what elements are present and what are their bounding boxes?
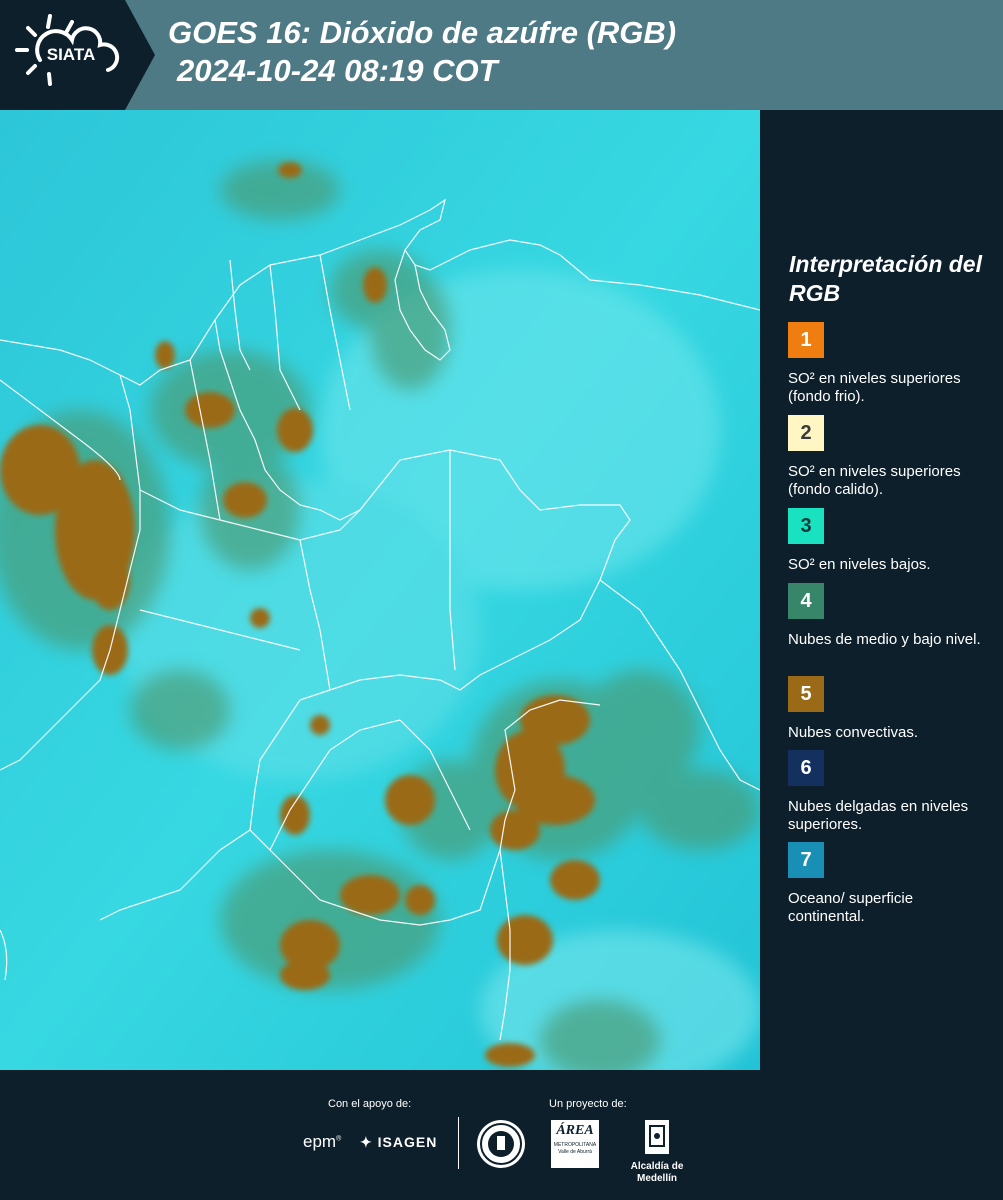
legend-swatch-1: 1 <box>788 322 824 358</box>
footer-bar: Con el apoyo de: Un proyecto de: epm® ✦ … <box>0 1070 1003 1200</box>
legend-label-2: SO² en niveles superiores (fondo calido)… <box>788 463 961 498</box>
project-label: Un proyecto de: <box>549 1098 627 1110</box>
legend-label-7: Oceano/ superficie continental. <box>788 890 914 925</box>
area-logo-mark: ÁREA <box>556 1123 594 1138</box>
siata-logo[interactable]: SIATA <box>0 0 155 110</box>
area-logo-sub: Valle de Aburrá <box>558 1149 592 1155</box>
title-line-1: GOES 16: Dióxido de azúfre (RGB) <box>168 15 677 50</box>
page-title: GOES 16: Dióxido de azúfre (RGB) 2024-10… <box>168 14 676 90</box>
epm-logo-text: epm <box>303 1132 337 1151</box>
isagen-logo[interactable]: ✦ ISAGEN <box>360 1134 437 1151</box>
legend-panel: Interpretación del RGB 1 SO² en niveles … <box>760 110 1003 1070</box>
isagen-icon: ✦ <box>360 1134 373 1150</box>
alcaldia-logo-text: Alcaldía de Medellín <box>630 1161 684 1184</box>
legend-item-4: 4 Nubes de medio y bajo nivel. <box>788 583 993 649</box>
alcaldia-crest-icon <box>645 1120 669 1154</box>
alcaldia-logo[interactable]: Alcaldía de Medellín <box>612 1118 702 1184</box>
legend-swatch-2: 2 <box>788 415 824 451</box>
header-bar: SIATA GOES 16: Dióxido de azúfre (RGB) 2… <box>0 0 1003 110</box>
support-label: Con el apoyo de: <box>328 1098 412 1110</box>
legend-item-2: 2 SO² en niveles superiores (fondo calid… <box>788 415 993 499</box>
epm-logo[interactable]: epm® <box>303 1132 341 1152</box>
isagen-logo-text: ISAGEN <box>377 1134 438 1150</box>
svg-text:SIATA: SIATA <box>47 45 95 64</box>
satellite-map-svg <box>0 110 760 1070</box>
legend-item-5: 5 Nubes convectivas. <box>788 676 993 742</box>
legend-label-4: Nubes de medio y bajo nivel. <box>788 631 981 648</box>
legend-item-3: 3 SO² en niveles bajos. <box>788 508 993 574</box>
legend-swatch-5: 5 <box>788 676 824 712</box>
legend-label-5: Nubes convectivas. <box>788 724 919 741</box>
legend-swatch-7: 7 <box>788 842 824 878</box>
seal-icon <box>480 1123 522 1165</box>
title-line-2: 2024-10-24 08:19 COT <box>177 53 498 88</box>
footer-divider <box>458 1117 459 1169</box>
legend-title: Interpretación del RGB <box>789 251 982 306</box>
legend-item-1: 1 SO² en niveles superiores (fondo frio)… <box>788 322 993 406</box>
legend-swatch-4: 4 <box>788 583 824 619</box>
university-seal[interactable] <box>477 1120 525 1168</box>
legend-label-3: SO² en niveles bajos. <box>788 556 931 573</box>
siata-logo-icon: SIATA <box>15 14 120 86</box>
legend-label-1: SO² en niveles superiores (fondo frio). <box>788 370 961 405</box>
legend-item-7: 7 Oceano/ superficie continental. <box>788 842 993 926</box>
legend-swatch-6: 6 <box>788 750 824 786</box>
legend-swatch-3: 3 <box>788 508 824 544</box>
legend-label-6: Nubes delgadas en niveles superiores. <box>788 798 969 833</box>
area-metropolitana-logo[interactable]: ÁREA METROPOLITANA Valle de Aburrá <box>551 1120 599 1168</box>
satellite-image[interactable] <box>0 110 760 1070</box>
area-logo-name: METROPOLITANA <box>553 1142 597 1148</box>
legend-item-6: 6 Nubes delgadas en niveles superiores. <box>788 750 993 834</box>
